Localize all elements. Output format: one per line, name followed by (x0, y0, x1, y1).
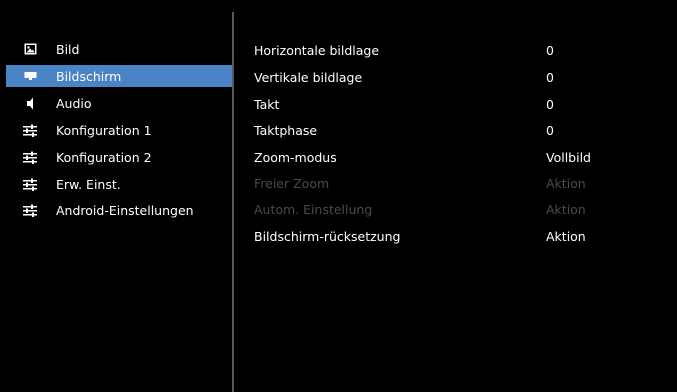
screen-icon (22, 68, 38, 84)
setting-row-vertikale-bildlage[interactable]: Vertikale bildlage 0 (254, 66, 664, 88)
speaker-icon (22, 95, 38, 111)
sidebar-item-label: Bild (56, 41, 80, 57)
sidebar-item-bildschirm[interactable]: Bildschirm (6, 65, 232, 87)
sliders-icon (22, 202, 38, 218)
sidebar-item-konfiguration-1[interactable]: Konfiguration 1 (6, 119, 232, 141)
setting-label: Zoom-modus (254, 149, 337, 165)
setting-value: 0 (546, 96, 554, 112)
sidebar-item-konfiguration-2[interactable]: Konfiguration 2 (6, 146, 232, 168)
setting-value: 0 (546, 69, 554, 85)
setting-value: 0 (546, 42, 554, 58)
setting-row-takt[interactable]: Takt 0 (254, 93, 664, 115)
setting-label: Taktphase (254, 122, 318, 138)
picture-icon (22, 41, 38, 57)
sidebar-item-label: Erw. Einst. (56, 176, 121, 192)
menu-divider (232, 12, 234, 392)
setting-label: Bildschirm-rücksetzung (254, 228, 401, 244)
sidebar-item-erw-einst[interactable]: Erw. Einst. (6, 173, 232, 195)
sidebar-item-label: Konfiguration 1 (56, 122, 152, 138)
setting-value: Vollbild (546, 149, 591, 165)
setting-value: 0 (546, 122, 554, 138)
sidebar-item-label: Audio (56, 95, 92, 111)
setting-row-autom-einstellung: Autom. Einstellung Aktion (254, 198, 664, 220)
sliders-icon (22, 176, 38, 192)
setting-row-bildschirm-ruecksetzung[interactable]: Bildschirm-rücksetzung Aktion (254, 225, 664, 247)
setting-value: Aktion (546, 228, 586, 244)
setting-label: Freier Zoom (254, 175, 330, 191)
sidebar-item-label: Konfiguration 2 (56, 149, 152, 165)
setting-label: Takt (254, 96, 280, 112)
sliders-icon (22, 122, 38, 138)
setting-value: Aktion (546, 175, 586, 191)
setting-row-zoom-modus[interactable]: Zoom-modus Vollbild (254, 146, 664, 168)
setting-label: Horizontale bildlage (254, 42, 380, 58)
sidebar-item-label: Android-Einstellungen (56, 202, 194, 218)
setting-label: Autom. Einstellung (254, 201, 373, 217)
setting-row-freier-zoom: Freier Zoom Aktion (254, 172, 664, 194)
setting-row-horizontale-bildlage[interactable]: Horizontale bildlage 0 (254, 39, 664, 61)
sidebar-item-audio[interactable]: Audio (6, 92, 232, 114)
sidebar-item-android-einstellungen[interactable]: Android-Einstellungen (6, 199, 232, 221)
setting-row-taktphase[interactable]: Taktphase 0 (254, 119, 664, 141)
setting-value: Aktion (546, 201, 586, 217)
sidebar-item-bild[interactable]: Bild (6, 38, 232, 60)
sidebar-item-label: Bildschirm (56, 68, 122, 84)
sliders-icon (22, 149, 38, 165)
setting-label: Vertikale bildlage (254, 69, 363, 85)
sidebar-menu: Bild Bildschirm Audio Konfiguration 1 Ko… (0, 0, 232, 392)
